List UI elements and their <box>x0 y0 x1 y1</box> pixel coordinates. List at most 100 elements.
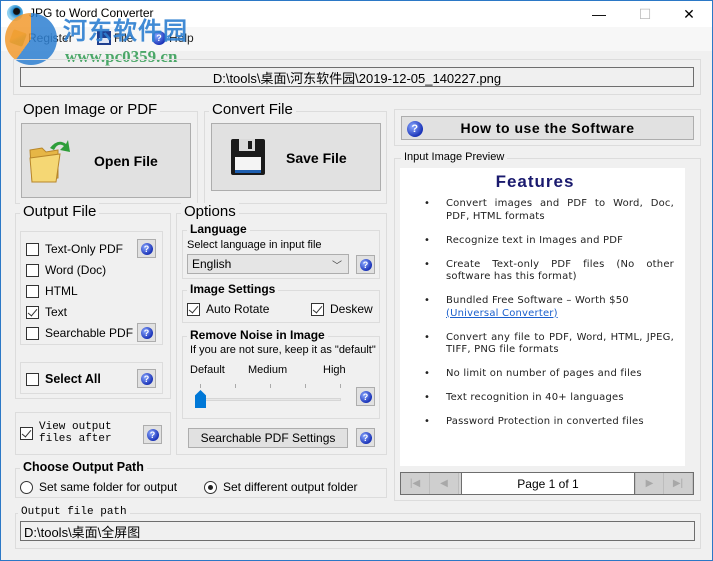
word-doc-label: Word (Doc) <box>45 263 107 277</box>
next-page-button[interactable]: ▶ <box>635 473 664 494</box>
slider-tick <box>305 384 306 388</box>
searchable-pdf-label: Searchable PDF <box>45 326 134 340</box>
noise-level-medium: Medium <box>248 364 288 376</box>
help-icon: ? <box>359 431 372 444</box>
help-icon: ? <box>140 372 153 385</box>
preview-feature-item: Convert any file to PDF, Word, HTML, JPE… <box>422 332 674 357</box>
how-to-use-button[interactable]: ? How to use the Software <box>401 116 694 140</box>
language-title: Language <box>187 222 250 236</box>
language-select[interactable]: English ﹀ <box>187 254 349 274</box>
preview-feature-item: No limit on number of pages and files <box>422 368 674 381</box>
preview-scrollbar[interactable] <box>685 168 689 466</box>
preview-feature-item: Bundled Free Software – Worth $50 (Univer… <box>422 295 674 320</box>
same-folder-label: Set same folder for output <box>39 480 178 494</box>
text-only-pdf-help-button[interactable]: ? <box>137 239 156 258</box>
html-box[interactable] <box>26 284 39 298</box>
searchable-pdf-box[interactable] <box>26 326 39 340</box>
auto-rotate-box[interactable] <box>187 302 200 316</box>
radio-same-folder[interactable]: Set same folder for output <box>20 480 177 494</box>
html-label: HTML <box>45 284 78 298</box>
help-icon: ? <box>407 121 423 137</box>
input-path-group: D:\tools\桌面\河东软件园\2019-12-05_140227.png <box>13 59 701 95</box>
maximize-button[interactable]: ☐ <box>622 1 668 27</box>
menu-help-label: Help <box>169 31 194 45</box>
help-icon: ? <box>359 390 372 403</box>
save-file-label: Save File <box>286 150 347 166</box>
checkbox-searchable-pdf[interactable]: Searchable PDF <box>26 326 133 340</box>
checkbox-word-doc[interactable]: Word (Doc) <box>26 263 106 277</box>
menu-file[interactable]: File <box>97 31 133 45</box>
app-window: JPG to Word Converter — ☐ ✕ Register Fil… <box>0 0 713 561</box>
language-hint: Select language in input file <box>187 239 322 251</box>
slider-tick <box>200 384 201 388</box>
image-settings-title: Image Settings <box>187 282 279 296</box>
deskew-box[interactable] <box>311 302 324 316</box>
menu-register-label: Register <box>28 31 73 45</box>
checkbox-auto-rotate[interactable]: Auto Rotate <box>187 302 269 316</box>
checkbox-text-only-pdf[interactable]: Text-Only PDF <box>26 242 123 256</box>
noise-level-high: High <box>323 364 346 376</box>
first-page-button[interactable]: |◀ <box>401 473 430 494</box>
slider-tick <box>340 384 341 388</box>
title-bar: JPG to Word Converter — ☐ ✕ <box>1 1 712 27</box>
open-group-title: Open Image or PDF <box>20 101 161 118</box>
word-doc-box[interactable] <box>26 263 39 277</box>
universal-converter-link[interactable]: (Universal Converter) <box>446 308 558 319</box>
output-file-title: Output File <box>20 203 100 220</box>
menu-help[interactable]: ? Help <box>152 31 194 45</box>
searchable-pdf-settings-help-button[interactable]: ? <box>356 428 375 447</box>
noise-slider-track[interactable] <box>201 398 341 401</box>
different-folder-label: Set different output folder <box>223 480 358 494</box>
select-all-help-button[interactable]: ? <box>137 369 156 388</box>
view-output-help-button[interactable]: ? <box>143 425 162 444</box>
radio-different-folder[interactable]: Set different output folder <box>204 480 358 494</box>
text-box[interactable] <box>26 305 39 319</box>
preview-feature-text: Create Text-only PDF files (No other sof… <box>446 258 674 283</box>
menu-bar: Register File ? Help <box>1 27 712 51</box>
menu-register[interactable]: Register <box>9 29 73 47</box>
minimize-button[interactable]: — <box>576 1 622 27</box>
app-eye-icon <box>7 5 23 21</box>
noise-help-button[interactable]: ? <box>356 387 375 406</box>
prev-page-button[interactable]: ◀ <box>430 473 459 494</box>
checkbox-html[interactable]: HTML <box>26 284 78 298</box>
choose-output-path-title: Choose Output Path <box>20 460 147 474</box>
searchable-pdf-settings-button[interactable]: Searchable PDF Settings <box>188 428 348 448</box>
view-output-line1: View output <box>39 421 112 433</box>
searchable-pdf-help-button[interactable]: ? <box>137 323 156 342</box>
save-file-button[interactable]: Save File <box>211 123 381 191</box>
help-icon: ? <box>146 428 159 441</box>
preview-feature-text: Recognize text in Images and PDF <box>446 234 624 246</box>
input-file-path[interactable]: D:\tools\桌面\河东软件园\2019-12-05_140227.png <box>20 67 694 87</box>
slider-tick <box>235 384 236 388</box>
last-page-button[interactable]: ▶| <box>664 473 693 494</box>
checkbox-text[interactable]: Text <box>26 305 67 319</box>
view-output-box[interactable] <box>20 427 33 440</box>
window-title: JPG to Word Converter <box>29 6 154 20</box>
checkbox-select-all[interactable]: Select All <box>26 372 101 386</box>
how-to-use-label: How to use the Software <box>460 120 635 136</box>
language-selected: English <box>192 257 232 271</box>
output-file-path-title: Output file path <box>18 506 130 518</box>
open-file-button[interactable]: Open File <box>21 123 191 198</box>
output-file-path-input[interactable]: D:\tools\桌面\全屏图 <box>20 521 695 541</box>
help-icon: ? <box>152 31 166 45</box>
language-help-button[interactable]: ? <box>356 255 375 274</box>
chevron-down-icon: ﹀ <box>332 261 342 272</box>
checkbox-view-output[interactable]: View output files after <box>20 421 112 445</box>
input-preview-title: Input Image Preview <box>401 151 508 163</box>
close-button[interactable]: ✕ <box>666 1 712 27</box>
checkbox-deskew[interactable]: Deskew <box>311 302 373 316</box>
preview-feature-text: No limit on number of pages and files <box>446 368 642 379</box>
text-only-pdf-box[interactable] <box>26 242 39 256</box>
preview-feature-text: Convert any file to PDF, Word, HTML, JPE… <box>446 331 674 356</box>
slider-tick <box>270 384 271 388</box>
same-folder-radio-dot[interactable] <box>20 480 33 494</box>
preview-feature-item: Text recognition in 40+ languages <box>422 392 674 405</box>
deskew-label: Deskew <box>330 302 373 316</box>
different-folder-radio-dot[interactable] <box>204 480 217 494</box>
preview-feature-text: Convert images and PDF to Word, Doc, PDF… <box>446 198 674 222</box>
help-icon: ? <box>140 326 153 339</box>
noise-level-default: Default <box>190 364 225 376</box>
select-all-box[interactable] <box>26 372 39 386</box>
